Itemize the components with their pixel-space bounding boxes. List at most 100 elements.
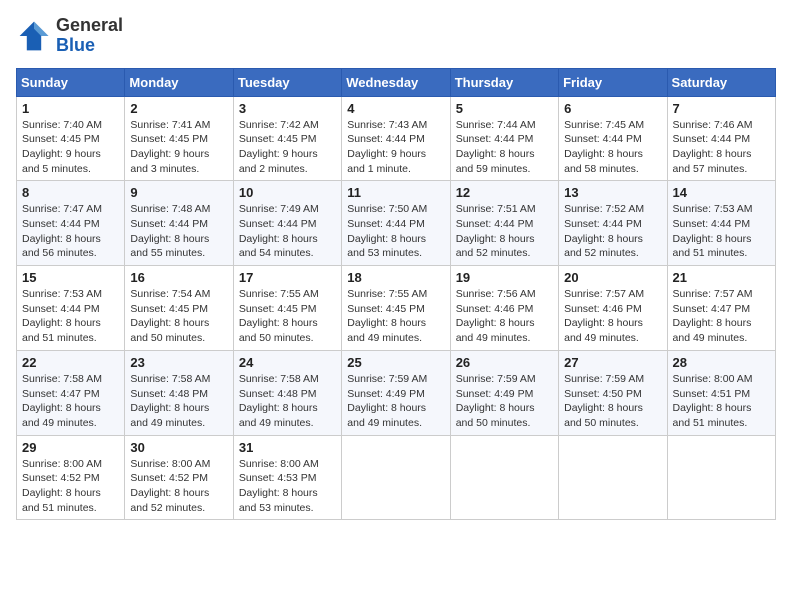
weekday-header-wednesday: Wednesday [342, 68, 450, 96]
calendar-cell: 9 Sunrise: 7:48 AM Sunset: 4:44 PM Dayli… [125, 181, 233, 266]
day-number: 11 [347, 185, 444, 200]
calendar-cell: 27 Sunrise: 7:59 AM Sunset: 4:50 PM Dayl… [559, 350, 667, 435]
calendar-cell: 12 Sunrise: 7:51 AM Sunset: 4:44 PM Dayl… [450, 181, 558, 266]
day-number: 18 [347, 270, 444, 285]
calendar-cell: 2 Sunrise: 7:41 AM Sunset: 4:45 PM Dayli… [125, 96, 233, 181]
day-info: Sunrise: 7:58 AM Sunset: 4:47 PM Dayligh… [22, 372, 119, 431]
weekday-header-thursday: Thursday [450, 68, 558, 96]
day-info: Sunrise: 7:52 AM Sunset: 4:44 PM Dayligh… [564, 202, 661, 261]
calendar-cell: 22 Sunrise: 7:58 AM Sunset: 4:47 PM Dayl… [17, 350, 125, 435]
day-info: Sunrise: 7:58 AM Sunset: 4:48 PM Dayligh… [239, 372, 336, 431]
day-info: Sunrise: 7:59 AM Sunset: 4:49 PM Dayligh… [347, 372, 444, 431]
day-number: 2 [130, 101, 227, 116]
day-number: 10 [239, 185, 336, 200]
calendar-cell: 18 Sunrise: 7:55 AM Sunset: 4:45 PM Dayl… [342, 266, 450, 351]
day-number: 16 [130, 270, 227, 285]
day-number: 22 [22, 355, 119, 370]
calendar-cell: 31 Sunrise: 8:00 AM Sunset: 4:53 PM Dayl… [233, 435, 341, 520]
day-info: Sunrise: 7:45 AM Sunset: 4:44 PM Dayligh… [564, 118, 661, 177]
calendar-cell: 11 Sunrise: 7:50 AM Sunset: 4:44 PM Dayl… [342, 181, 450, 266]
day-info: Sunrise: 8:00 AM Sunset: 4:52 PM Dayligh… [22, 457, 119, 516]
day-info: Sunrise: 7:59 AM Sunset: 4:49 PM Dayligh… [456, 372, 553, 431]
day-number: 24 [239, 355, 336, 370]
calendar-cell: 6 Sunrise: 7:45 AM Sunset: 4:44 PM Dayli… [559, 96, 667, 181]
calendar-cell [667, 435, 775, 520]
day-info: Sunrise: 7:58 AM Sunset: 4:48 PM Dayligh… [130, 372, 227, 431]
calendar-cell: 25 Sunrise: 7:59 AM Sunset: 4:49 PM Dayl… [342, 350, 450, 435]
day-number: 30 [130, 440, 227, 455]
day-number: 6 [564, 101, 661, 116]
day-info: Sunrise: 7:44 AM Sunset: 4:44 PM Dayligh… [456, 118, 553, 177]
logo: General Blue [16, 16, 123, 56]
calendar-cell: 23 Sunrise: 7:58 AM Sunset: 4:48 PM Dayl… [125, 350, 233, 435]
day-number: 13 [564, 185, 661, 200]
calendar-cell: 13 Sunrise: 7:52 AM Sunset: 4:44 PM Dayl… [559, 181, 667, 266]
calendar-cell: 29 Sunrise: 8:00 AM Sunset: 4:52 PM Dayl… [17, 435, 125, 520]
day-info: Sunrise: 7:57 AM Sunset: 4:47 PM Dayligh… [673, 287, 770, 346]
calendar-table: SundayMondayTuesdayWednesdayThursdayFrid… [16, 68, 776, 521]
week-row-3: 15 Sunrise: 7:53 AM Sunset: 4:44 PM Dayl… [17, 266, 776, 351]
weekday-header-sunday: Sunday [17, 68, 125, 96]
day-number: 26 [456, 355, 553, 370]
calendar-cell: 5 Sunrise: 7:44 AM Sunset: 4:44 PM Dayli… [450, 96, 558, 181]
logo-text: General Blue [56, 16, 123, 56]
day-info: Sunrise: 7:55 AM Sunset: 4:45 PM Dayligh… [347, 287, 444, 346]
weekday-header-monday: Monday [125, 68, 233, 96]
calendar-cell: 8 Sunrise: 7:47 AM Sunset: 4:44 PM Dayli… [17, 181, 125, 266]
day-info: Sunrise: 7:49 AM Sunset: 4:44 PM Dayligh… [239, 202, 336, 261]
day-info: Sunrise: 7:53 AM Sunset: 4:44 PM Dayligh… [22, 287, 119, 346]
calendar-cell: 26 Sunrise: 7:59 AM Sunset: 4:49 PM Dayl… [450, 350, 558, 435]
day-info: Sunrise: 7:51 AM Sunset: 4:44 PM Dayligh… [456, 202, 553, 261]
day-number: 1 [22, 101, 119, 116]
calendar-cell: 24 Sunrise: 7:58 AM Sunset: 4:48 PM Dayl… [233, 350, 341, 435]
day-number: 9 [130, 185, 227, 200]
day-info: Sunrise: 7:57 AM Sunset: 4:46 PM Dayligh… [564, 287, 661, 346]
calendar-cell [342, 435, 450, 520]
day-info: Sunrise: 7:56 AM Sunset: 4:46 PM Dayligh… [456, 287, 553, 346]
day-info: Sunrise: 7:54 AM Sunset: 4:45 PM Dayligh… [130, 287, 227, 346]
day-info: Sunrise: 8:00 AM Sunset: 4:53 PM Dayligh… [239, 457, 336, 516]
day-number: 29 [22, 440, 119, 455]
day-number: 8 [22, 185, 119, 200]
calendar-cell: 30 Sunrise: 8:00 AM Sunset: 4:52 PM Dayl… [125, 435, 233, 520]
week-row-4: 22 Sunrise: 7:58 AM Sunset: 4:47 PM Dayl… [17, 350, 776, 435]
calendar-cell: 20 Sunrise: 7:57 AM Sunset: 4:46 PM Dayl… [559, 266, 667, 351]
calendar-cell: 16 Sunrise: 7:54 AM Sunset: 4:45 PM Dayl… [125, 266, 233, 351]
calendar-cell [559, 435, 667, 520]
day-info: Sunrise: 7:41 AM Sunset: 4:45 PM Dayligh… [130, 118, 227, 177]
day-number: 31 [239, 440, 336, 455]
calendar-cell: 19 Sunrise: 7:56 AM Sunset: 4:46 PM Dayl… [450, 266, 558, 351]
day-number: 7 [673, 101, 770, 116]
weekday-header-tuesday: Tuesday [233, 68, 341, 96]
day-info: Sunrise: 7:48 AM Sunset: 4:44 PM Dayligh… [130, 202, 227, 261]
day-number: 25 [347, 355, 444, 370]
week-row-5: 29 Sunrise: 8:00 AM Sunset: 4:52 PM Dayl… [17, 435, 776, 520]
day-number: 15 [22, 270, 119, 285]
day-number: 21 [673, 270, 770, 285]
calendar-cell: 1 Sunrise: 7:40 AM Sunset: 4:45 PM Dayli… [17, 96, 125, 181]
calendar-cell: 14 Sunrise: 7:53 AM Sunset: 4:44 PM Dayl… [667, 181, 775, 266]
day-number: 3 [239, 101, 336, 116]
day-info: Sunrise: 7:42 AM Sunset: 4:45 PM Dayligh… [239, 118, 336, 177]
weekday-header-friday: Friday [559, 68, 667, 96]
day-number: 19 [456, 270, 553, 285]
calendar-cell: 17 Sunrise: 7:55 AM Sunset: 4:45 PM Dayl… [233, 266, 341, 351]
day-number: 5 [456, 101, 553, 116]
calendar-cell: 28 Sunrise: 8:00 AM Sunset: 4:51 PM Dayl… [667, 350, 775, 435]
week-row-1: 1 Sunrise: 7:40 AM Sunset: 4:45 PM Dayli… [17, 96, 776, 181]
day-number: 23 [130, 355, 227, 370]
day-info: Sunrise: 7:50 AM Sunset: 4:44 PM Dayligh… [347, 202, 444, 261]
weekday-header-row: SundayMondayTuesdayWednesdayThursdayFrid… [17, 68, 776, 96]
day-info: Sunrise: 7:40 AM Sunset: 4:45 PM Dayligh… [22, 118, 119, 177]
day-info: Sunrise: 7:53 AM Sunset: 4:44 PM Dayligh… [673, 202, 770, 261]
day-info: Sunrise: 7:55 AM Sunset: 4:45 PM Dayligh… [239, 287, 336, 346]
day-info: Sunrise: 8:00 AM Sunset: 4:51 PM Dayligh… [673, 372, 770, 431]
day-number: 4 [347, 101, 444, 116]
day-info: Sunrise: 8:00 AM Sunset: 4:52 PM Dayligh… [130, 457, 227, 516]
day-info: Sunrise: 7:43 AM Sunset: 4:44 PM Dayligh… [347, 118, 444, 177]
day-number: 20 [564, 270, 661, 285]
day-info: Sunrise: 7:46 AM Sunset: 4:44 PM Dayligh… [673, 118, 770, 177]
calendar-cell [450, 435, 558, 520]
day-number: 27 [564, 355, 661, 370]
day-number: 28 [673, 355, 770, 370]
